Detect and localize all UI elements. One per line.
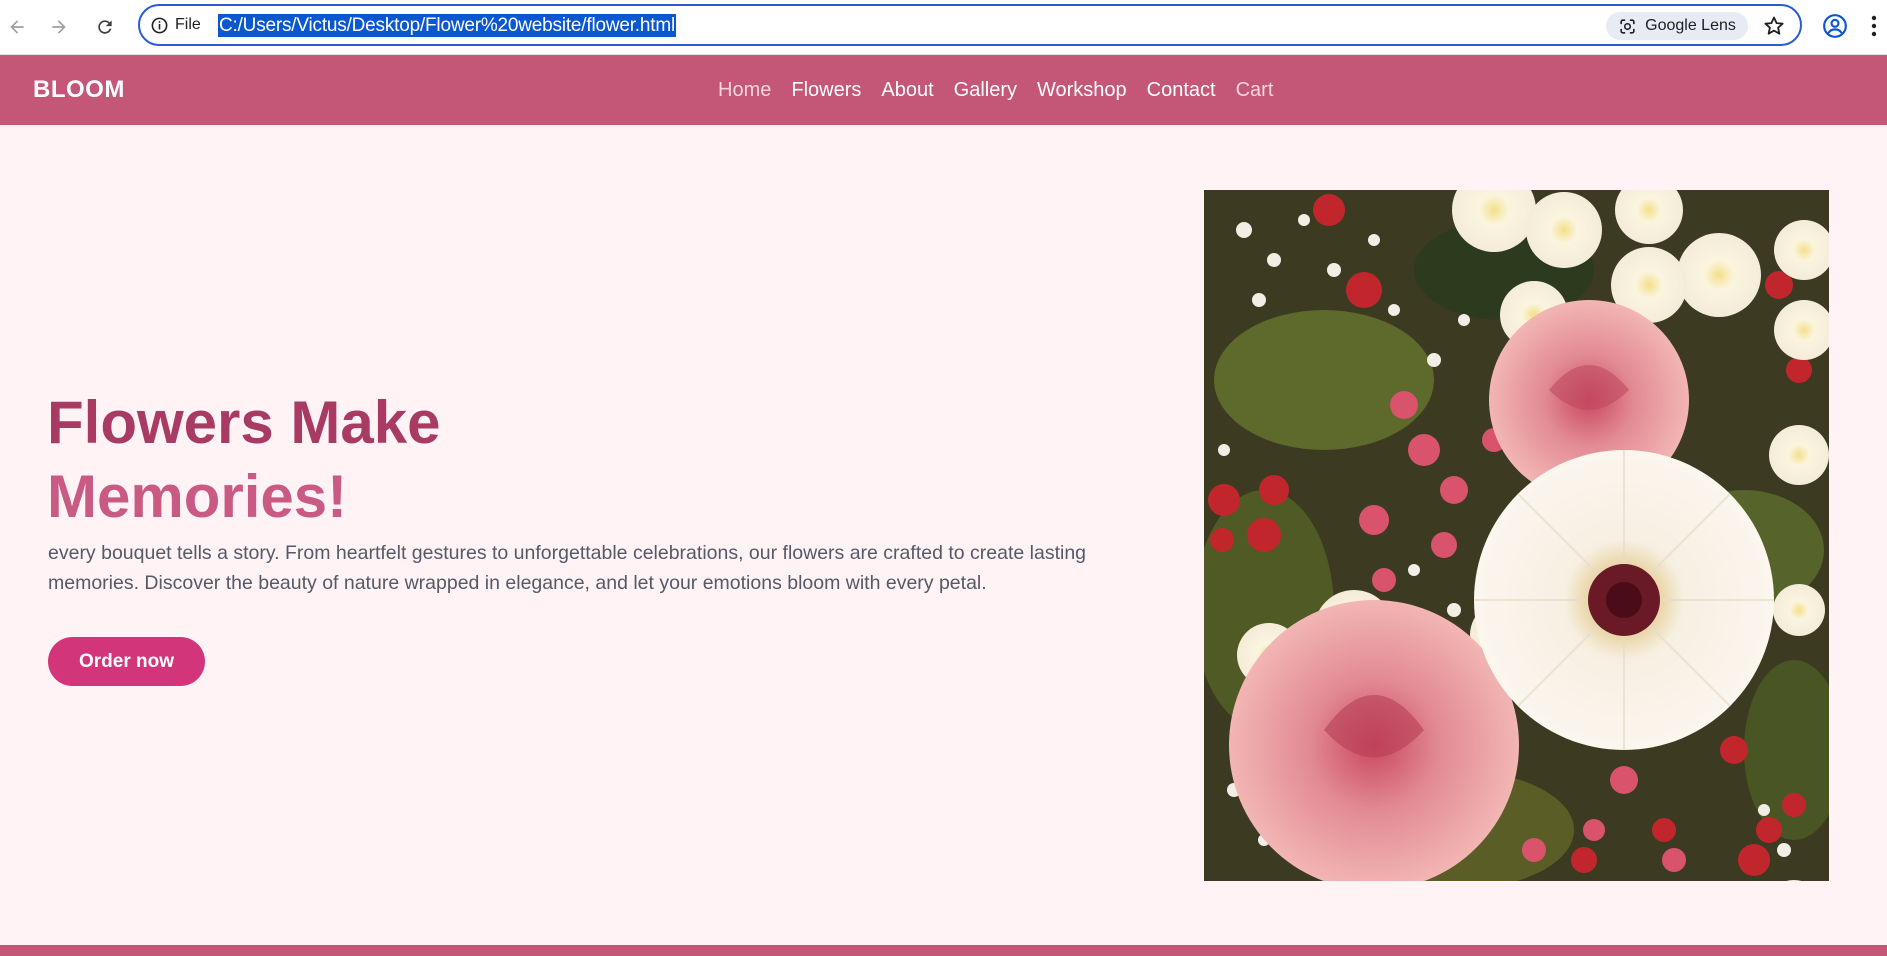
nav-workshop[interactable]: Workshop (1037, 79, 1127, 102)
google-lens-icon (1620, 18, 1635, 34)
flower-bouquet-image (1204, 190, 1829, 881)
site-header: BLOOM Home Flowers About Gallery Worksho… (0, 55, 1887, 125)
hero-title-line1: Flowers Make (47, 389, 441, 456)
info-icon (151, 17, 168, 33)
site-info-label: File (175, 16, 201, 33)
nav-about[interactable]: About (881, 79, 933, 102)
google-lens-label: Google Lens (1645, 17, 1736, 34)
flower-bouquet-illustration (1204, 190, 1829, 881)
arrow-right-icon (52, 20, 66, 34)
footer-bar (0, 945, 1887, 956)
more-menu-icon[interactable] (1868, 13, 1880, 39)
site-info-button[interactable]: File (150, 14, 201, 36)
site-logo[interactable]: BLOOM (33, 55, 125, 125)
nav-home[interactable]: Home (718, 79, 771, 102)
main-nav: Home Flowers About Gallery Workshop Cont… (718, 55, 1273, 125)
nav-gallery[interactable]: Gallery (954, 79, 1017, 102)
nav-cart[interactable]: Cart (1236, 79, 1274, 102)
reload-button[interactable] (90, 12, 120, 42)
browser-toolbar: File C:/Users/Victus/Desktop/Flower%20we… (0, 0, 1887, 55)
hero-description: every bouquet tells a story. From heartf… (48, 542, 1087, 594)
hero-title: Flowers Make Memories! (47, 386, 441, 534)
url-text[interactable]: C:/Users/Victus/Desktop/Flower%20website… (218, 14, 676, 37)
google-lens-button[interactable]: Google Lens (1606, 12, 1748, 40)
forward-button[interactable] (44, 12, 74, 42)
profile-icon[interactable] (1822, 13, 1848, 39)
hero-title-line2: Memories! (47, 463, 348, 530)
bookmark-star-icon[interactable] (1762, 14, 1786, 38)
arrow-left-icon (10, 20, 24, 34)
nav-contact[interactable]: Contact (1147, 79, 1216, 102)
reload-icon (98, 20, 112, 34)
back-button[interactable] (2, 12, 32, 42)
address-bar[interactable]: File C:/Users/Victus/Desktop/Flower%20we… (138, 4, 1802, 46)
nav-flowers[interactable]: Flowers (791, 79, 861, 102)
order-now-button[interactable]: Order now (48, 637, 205, 686)
